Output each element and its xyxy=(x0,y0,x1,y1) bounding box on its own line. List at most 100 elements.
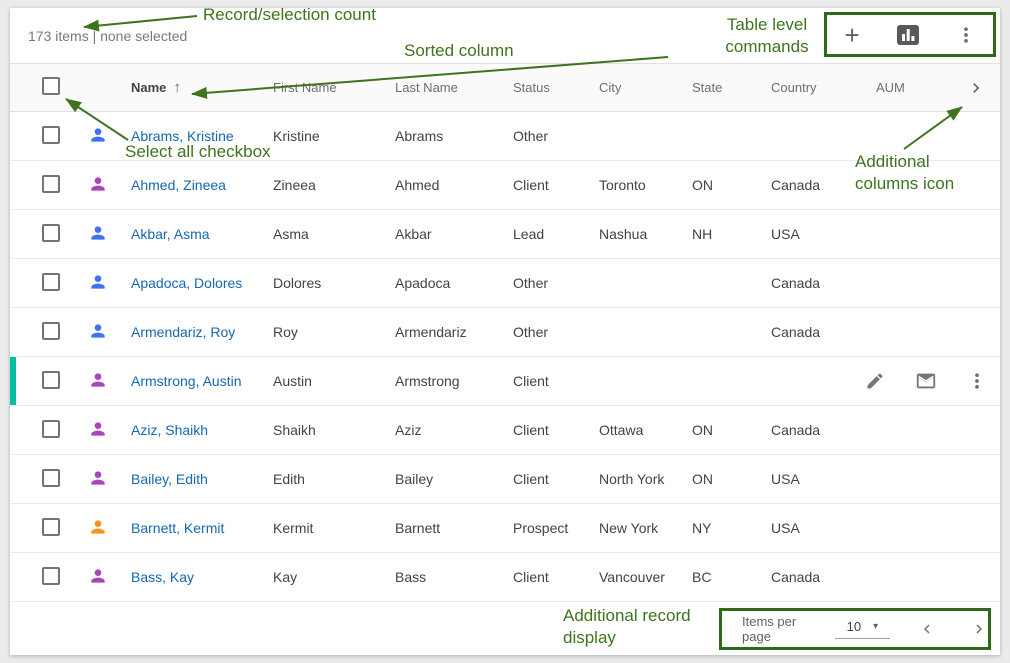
cell-state: BC xyxy=(683,569,762,585)
sort-ascending-icon: ↑ xyxy=(173,79,181,96)
cell-last-name: Bailey xyxy=(386,471,504,487)
cell-first-name: Roy xyxy=(264,324,386,340)
cell-last-name: Akbar xyxy=(386,226,504,242)
column-header-status[interactable]: Status xyxy=(504,80,590,95)
contact-name-link[interactable]: Akbar, Asma xyxy=(131,226,210,242)
cell-last-name: Aziz xyxy=(386,422,504,438)
cell-last-name: Armendariz xyxy=(386,324,504,340)
cell-state: NY xyxy=(683,520,762,536)
edit-pencil-icon[interactable] xyxy=(865,371,885,391)
row-checkbox[interactable] xyxy=(42,126,60,144)
cell-city: North York xyxy=(590,471,683,487)
select-all-checkbox[interactable] xyxy=(42,77,60,95)
record-selection-count: 173 items | none selected xyxy=(28,28,187,44)
contact-name-link[interactable]: Bass, Kay xyxy=(131,569,194,585)
row-checkbox[interactable] xyxy=(42,567,60,585)
column-header-state[interactable]: State xyxy=(683,80,762,95)
cell-state: ON xyxy=(683,471,762,487)
cell-last-name: Ahmed xyxy=(386,177,504,193)
cell-last-name: Abrams xyxy=(386,128,504,144)
table-row[interactable]: Armstrong, Austin Austin Armstrong Clien… xyxy=(10,357,1000,406)
cell-last-name: Armstrong xyxy=(386,373,504,389)
contact-name-link[interactable]: Aziz, Shaikh xyxy=(131,422,208,438)
row-checkbox[interactable] xyxy=(42,273,60,291)
person-avatar-icon xyxy=(88,468,108,488)
row-checkbox[interactable] xyxy=(42,420,60,438)
column-header-first-name[interactable]: First Name xyxy=(264,80,386,95)
row-actions xyxy=(865,357,987,405)
row-checkbox[interactable] xyxy=(42,224,60,242)
active-row-accent xyxy=(10,357,16,405)
table-header-row: Name ↑ First Name Last Name Status City … xyxy=(10,64,1000,112)
previous-page-icon[interactable] xyxy=(918,620,936,638)
contact-name-link[interactable]: Barnett, Kermit xyxy=(131,520,224,536)
table-row[interactable]: Bailey, Edith Edith Bailey Client North … xyxy=(10,455,1000,504)
next-page-icon[interactable] xyxy=(970,620,988,638)
table-row[interactable]: Barnett, Kermit Kermit Barnett Prospect … xyxy=(10,504,1000,553)
cell-last-name: Apadoca xyxy=(386,275,504,291)
cell-status: Client xyxy=(504,373,590,389)
contact-name-link[interactable]: Ahmed, Zineea xyxy=(131,177,226,193)
cell-first-name: Asma xyxy=(264,226,386,242)
table-row[interactable]: Armendariz, Roy Roy Armendariz Other Can… xyxy=(10,308,1000,357)
caret-down-icon: ▾ xyxy=(873,621,878,632)
cell-city: New York xyxy=(590,520,683,536)
contact-name-link[interactable]: Armendariz, Roy xyxy=(131,324,235,340)
person-avatar-icon xyxy=(88,419,108,439)
row-checkbox[interactable] xyxy=(42,175,60,193)
cell-city: Nashua xyxy=(590,226,683,242)
page-size-select[interactable]: 10 ▾ xyxy=(835,619,890,639)
column-header-city[interactable]: City xyxy=(590,80,683,95)
cell-state: NH xyxy=(683,226,762,242)
cell-status: Other xyxy=(504,275,590,291)
cell-city: Vancouver xyxy=(590,569,683,585)
contact-name-link[interactable]: Armstrong, Austin xyxy=(131,373,242,389)
cell-first-name: Zineea xyxy=(264,177,386,193)
table-row[interactable]: Ahmed, Zineea Zineea Ahmed Client Toront… xyxy=(10,161,1000,210)
cell-country: Canada xyxy=(762,422,867,438)
annotation-additional-record: Additional record display xyxy=(563,605,691,649)
cell-country: USA xyxy=(762,520,867,536)
contact-name-link[interactable]: Apadoca, Dolores xyxy=(131,275,242,291)
cell-status: Client xyxy=(504,177,590,193)
table-row[interactable]: Akbar, Asma Asma Akbar Lead Nashua NH US… xyxy=(10,210,1000,259)
row-checkbox[interactable] xyxy=(42,518,60,536)
table-row[interactable]: Bass, Kay Kay Bass Client Vancouver BC C… xyxy=(10,553,1000,602)
cell-first-name: Dolores xyxy=(264,275,386,291)
cell-country: Canada xyxy=(762,177,867,193)
contact-name-link[interactable]: Bailey, Edith xyxy=(131,471,208,487)
table-row[interactable]: Apadoca, Dolores Dolores Apadoca Other C… xyxy=(10,259,1000,308)
person-avatar-icon xyxy=(88,566,108,586)
chart-icon[interactable] xyxy=(895,22,921,48)
row-menu-kebab-icon[interactable] xyxy=(967,371,987,391)
person-avatar-icon xyxy=(88,174,108,194)
page-size-value: 10 xyxy=(847,619,861,634)
items-per-page-label: Items per page xyxy=(742,614,825,644)
row-checkbox[interactable] xyxy=(42,322,60,340)
row-checkbox[interactable] xyxy=(42,371,60,389)
add-record-icon[interactable]: + xyxy=(844,25,859,45)
cell-country: Canada xyxy=(762,569,867,585)
row-checkbox[interactable] xyxy=(42,469,60,487)
email-envelope-icon[interactable] xyxy=(915,370,937,392)
pagination-controls: Items per page 10 ▾ xyxy=(719,608,991,650)
cell-first-name: Kay xyxy=(264,569,386,585)
cell-first-name: Shaikh xyxy=(264,422,386,438)
column-header-aum[interactable]: AUM xyxy=(867,80,962,95)
cell-status: Lead xyxy=(504,226,590,242)
cell-status: Client xyxy=(504,422,590,438)
cell-country: Canada xyxy=(762,324,867,340)
additional-columns-icon[interactable] xyxy=(962,78,1000,98)
cell-state: ON xyxy=(683,177,762,193)
contacts-table-card: 173 items | none selected + Name xyxy=(10,8,1000,655)
column-header-name[interactable]: Name ↑ xyxy=(122,79,264,96)
table-row[interactable]: Aziz, Shaikh Shaikh Aziz Client Ottawa O… xyxy=(10,406,1000,455)
table-menu-kebab-icon[interactable] xyxy=(956,25,976,45)
column-header-country[interactable]: Country xyxy=(762,80,867,95)
cell-country: Canada xyxy=(762,275,867,291)
cell-first-name: Kermit xyxy=(264,520,386,536)
person-avatar-icon xyxy=(88,321,108,341)
column-header-last-name[interactable]: Last Name xyxy=(386,80,504,95)
table-body: Abrams, Kristine Kristine Abrams Other xyxy=(10,112,1000,602)
cell-state: ON xyxy=(683,422,762,438)
